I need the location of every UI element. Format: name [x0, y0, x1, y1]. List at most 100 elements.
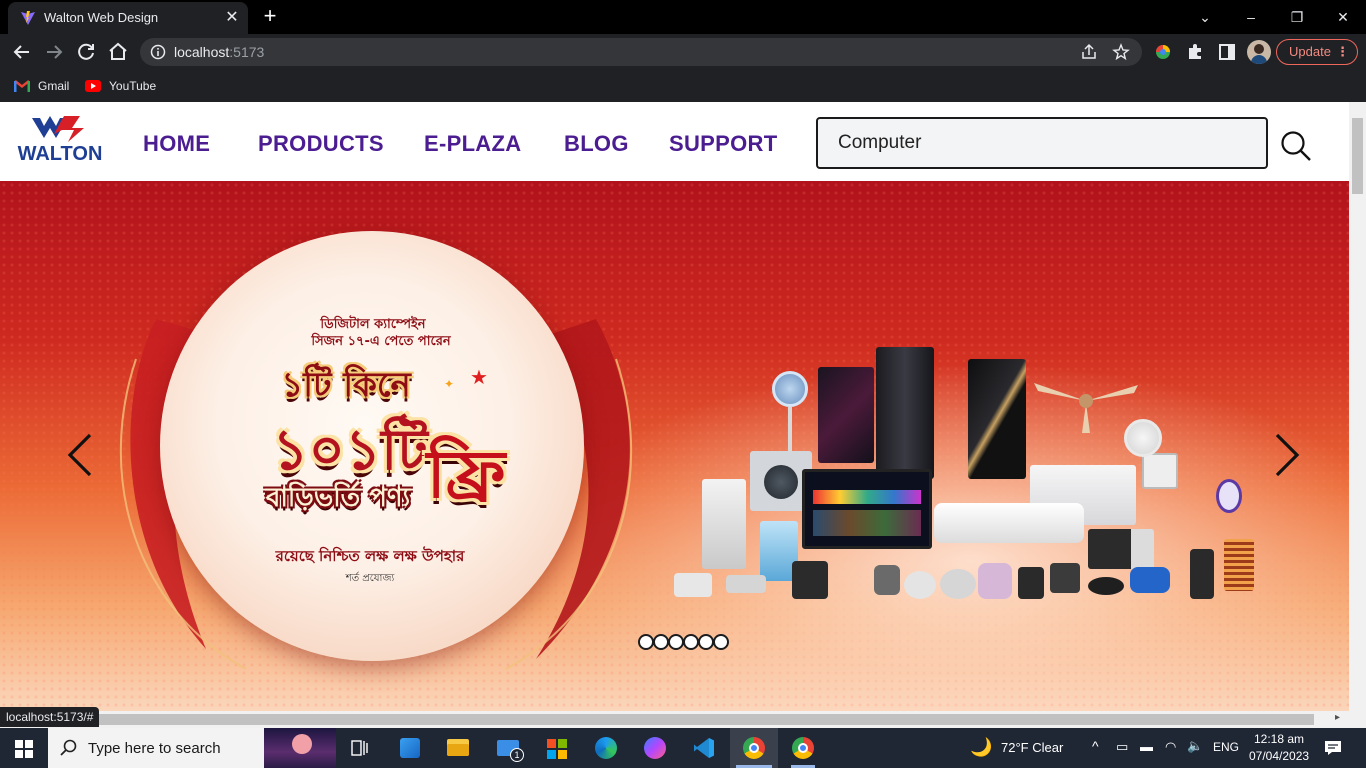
bookmark-label: YouTube — [109, 79, 157, 93]
moon-weather-icon: 🌙 — [970, 737, 993, 757]
side-panel-icon[interactable] — [1215, 40, 1239, 64]
browser-toolbar: localhost:5173 Update ⋮ — [0, 34, 1366, 70]
reload-icon[interactable] — [74, 40, 98, 64]
share-icon[interactable] — [1080, 43, 1098, 61]
clock-time[interactable]: 12:18 am — [1254, 732, 1304, 746]
taskbar-search-placeholder: Type here to search — [88, 740, 221, 757]
battery-icon[interactable]: ▬ — [1140, 739, 1153, 754]
mosquito-bat — [1216, 479, 1242, 513]
mail-badge: 1 — [510, 748, 524, 762]
bookmark-youtube[interactable]: YouTube — [85, 77, 165, 95]
show-hidden-icons[interactable]: ^ — [1092, 738, 1099, 754]
close-window-icon[interactable]: ✕ — [1320, 4, 1366, 30]
edge-browser-icon[interactable] — [582, 728, 630, 768]
update-button[interactable]: Update ⋮ — [1276, 39, 1358, 65]
table-fan — [1124, 419, 1162, 457]
widgets-app-icon[interactable] — [386, 728, 434, 768]
refrigerator-gold — [968, 359, 1026, 479]
address-bar[interactable]: localhost:5173 — [140, 38, 1142, 66]
scrollbar-thumb[interactable] — [96, 714, 1314, 725]
windows-taskbar: Type here to search 1 🌙 72°F Clear ^ ▭ ▬… — [0, 728, 1366, 768]
carousel-dot[interactable] — [668, 634, 684, 650]
microwave-oven — [1088, 529, 1154, 569]
bookmark-star-icon[interactable] — [1112, 43, 1130, 61]
url-host: localhost — [174, 44, 230, 60]
clock-date[interactable]: 07/04/2023 — [1249, 749, 1309, 763]
weather-text[interactable]: 72°F Clear — [1001, 740, 1063, 755]
tab-title: Walton Web Design — [44, 10, 159, 25]
bookmark-gmail[interactable]: Gmail — [14, 77, 74, 95]
room-heater — [1224, 539, 1254, 591]
notifications-icon[interactable] — [1324, 739, 1342, 757]
menu-kebab-icon: ⋮ — [1336, 44, 1349, 59]
horizontal-scrollbar[interactable]: ▸ — [0, 711, 1349, 728]
carousel-dot[interactable] — [698, 634, 714, 650]
restore-icon[interactable]: ❐ — [1274, 4, 1320, 30]
product-collage — [668, 341, 1260, 653]
air-purifier — [1190, 549, 1214, 599]
volume-icon[interactable]: 🔈 — [1187, 738, 1203, 754]
tab-search-chevron-icon[interactable]: ⌄ — [1182, 4, 1228, 30]
extensions-puzzle-icon[interactable] — [1183, 40, 1207, 64]
home-icon[interactable] — [106, 40, 130, 64]
refrigerator-floral — [818, 367, 874, 463]
chrome-window-profile[interactable] — [779, 728, 827, 768]
microsoft-store-icon[interactable] — [533, 728, 581, 768]
page-viewport: WALTON HOME PRODUCTS E-PLAZA BLOG SUPPOR… — [0, 102, 1366, 728]
messenger-icon[interactable] — [631, 728, 679, 768]
vscode-icon[interactable] — [680, 728, 728, 768]
walton-logo[interactable]: WALTON — [10, 112, 110, 162]
carousel-dot[interactable] — [713, 634, 729, 650]
windows-start-icon[interactable] — [15, 740, 33, 758]
chrome-window-active[interactable] — [730, 728, 778, 768]
rice-cooker — [904, 571, 936, 599]
free-badge: ফ্রি — [426, 436, 506, 513]
file-explorer-icon[interactable] — [434, 728, 482, 768]
back-icon[interactable] — [10, 40, 34, 64]
nav-products[interactable]: PRODUCTS — [258, 131, 384, 157]
carousel-next-icon[interactable] — [1273, 433, 1301, 477]
coffee-maker — [1018, 567, 1044, 599]
taskbar-search-box[interactable]: Type here to search — [48, 728, 336, 768]
hero-banner-slide[interactable]: ডিজিটাল ক্যাম্পেইন সিজন ১৭-এ পেতে পারেন … — [0, 181, 1349, 713]
taskbar-search-icon — [60, 739, 77, 756]
minimize-icon[interactable]: – — [1228, 4, 1274, 30]
scrollbar-thumb[interactable] — [1352, 118, 1363, 194]
task-view-icon[interactable] — [336, 728, 384, 768]
nav-home[interactable]: HOME — [143, 131, 210, 157]
tab-close-icon[interactable]: ✕ — [222, 8, 242, 28]
profile-avatar[interactable] — [1247, 40, 1271, 64]
extension-color-icon[interactable] — [1151, 40, 1175, 64]
nav-support[interactable]: SUPPORT — [669, 131, 777, 157]
scroll-right-icon[interactable]: ▸ — [1335, 712, 1340, 723]
vertical-scrollbar[interactable] — [1349, 102, 1366, 728]
forward-icon[interactable] — [42, 40, 66, 64]
browser-tab-strip: Walton Web Design ✕ + ⌄ – ❐ ✕ — [0, 0, 1366, 34]
search-icon[interactable] — [1280, 130, 1312, 162]
browser-tab[interactable]: Walton Web Design ✕ — [8, 2, 248, 34]
nav-blog[interactable]: BLOG — [564, 131, 629, 157]
refrigerator-black — [876, 347, 934, 479]
wifi-icon[interactable]: ◠ — [1165, 739, 1176, 755]
bookmark-label: Gmail — [38, 79, 70, 93]
mail-app-icon[interactable]: 1 — [484, 728, 532, 768]
water-pump — [1130, 567, 1170, 593]
carousel-prev-icon[interactable] — [66, 433, 94, 477]
nav-e-plaza[interactable]: E-PLAZA — [424, 131, 521, 157]
carousel-dot[interactable] — [683, 634, 699, 650]
update-label: Update — [1289, 44, 1331, 59]
pressure-cooker — [940, 569, 976, 599]
ceiling-fan — [1034, 383, 1138, 433]
banner-terms: শর্ত প্রযোজ্য — [345, 573, 395, 584]
language-indicator[interactable]: ENG — [1213, 740, 1239, 754]
search-input[interactable] — [816, 117, 1268, 169]
new-tab-icon[interactable]: + — [258, 5, 282, 29]
youtube-icon — [85, 80, 101, 92]
carousel-dot[interactable] — [653, 634, 669, 650]
carousel-dot[interactable] — [638, 634, 654, 650]
site-info-icon[interactable] — [150, 44, 166, 60]
search-highlight-image — [264, 728, 336, 768]
voltage-stabilizer — [792, 561, 828, 599]
meet-now-icon[interactable]: ▭ — [1116, 739, 1128, 755]
address-url: localhost:5173 — [174, 44, 264, 60]
